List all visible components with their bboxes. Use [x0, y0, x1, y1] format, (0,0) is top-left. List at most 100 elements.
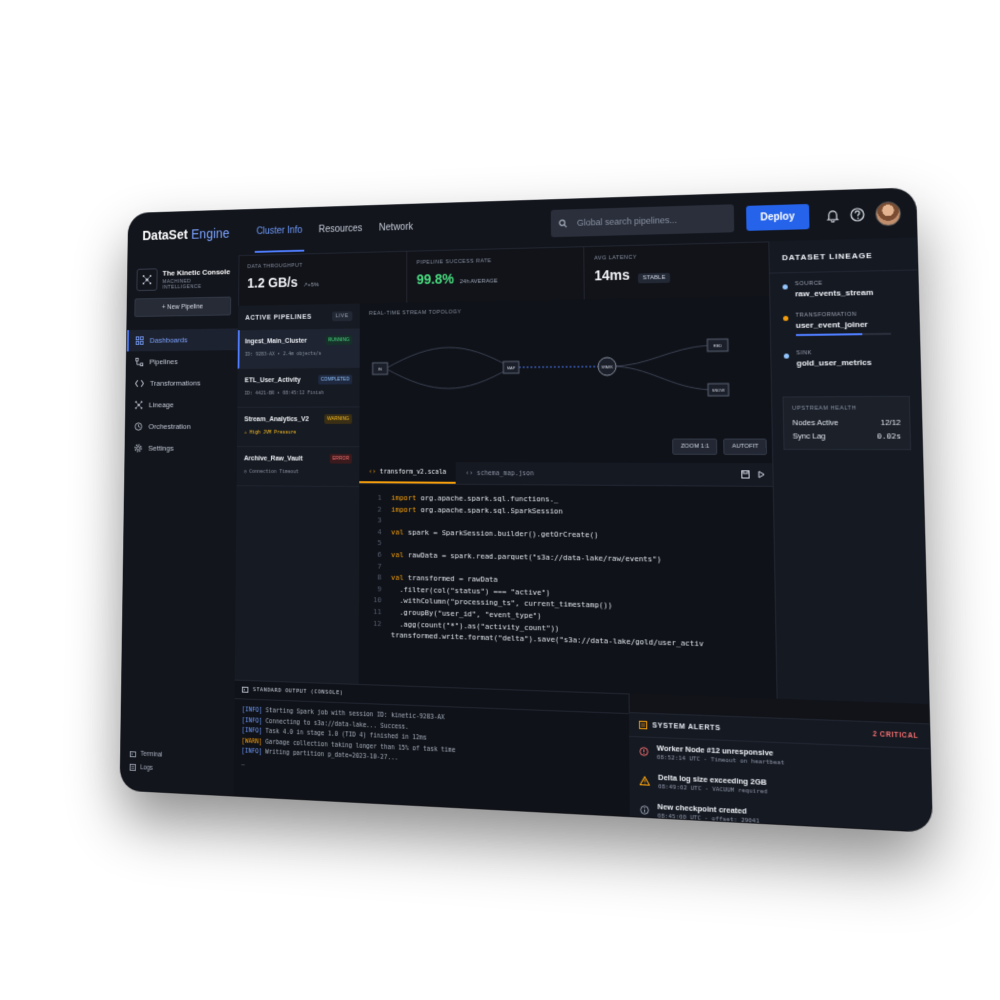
kpi-sub: 24h AVERAGE — [459, 278, 498, 286]
workspace-header: The Kinetic Console MACHINED INTELLIGENC… — [136, 267, 231, 292]
pipeline-item[interactable]: Ingest_Main_Cluster RUNNING ID: 9283-AX •… — [237, 328, 360, 370]
user-avatar[interactable] — [875, 201, 902, 227]
bell-icon[interactable] — [826, 209, 840, 223]
pipeline-icon — [135, 358, 143, 366]
brand-logo: DataSet Engine — [142, 225, 230, 243]
panel-title: STANDARD OUTPUT (CONSOLE) — [252, 687, 344, 697]
kpi-throughput: DATA THROUGHPUT 1.2 GB/s ↗+5% — [238, 250, 408, 306]
sidebar-item-orchestration[interactable]: Orchestration — [126, 415, 238, 437]
sidebar-item-pipelines[interactable]: Pipelines — [127, 350, 238, 373]
topology-node-red[interactable]: RED — [707, 339, 728, 351]
sidebar-item-lineage[interactable]: Lineage — [126, 394, 237, 416]
clock-icon — [134, 422, 142, 430]
sidebar-nav: Dashboards Pipelines Transformations Lin… — [125, 328, 238, 459]
warning-icon — [640, 772, 659, 792]
topology-node-snow[interactable]: SNOW — [708, 384, 729, 396]
dataset-lineage-panel: DATASET LINEAGE SOURCE raw_events_stream… — [768, 237, 929, 704]
lineage-icon — [135, 401, 143, 409]
gear-icon — [134, 444, 142, 452]
alert-list-icon — [639, 721, 647, 730]
progress-bar — [795, 332, 892, 337]
tab-transform-scala[interactable]: ‹› transform_v2.scala — [359, 461, 456, 484]
search-input[interactable] — [574, 213, 709, 229]
sidebar: The Kinetic Console MACHINED INTELLIGENC… — [120, 255, 240, 796]
live-badge: LIVE — [331, 311, 353, 322]
terminal-link[interactable]: Terminal — [130, 750, 162, 759]
console-output[interactable]: [INFO] Starting Spark job with session I… — [234, 699, 630, 792]
zoom-button[interactable]: ZOOM 1:1 — [672, 438, 718, 455]
workspace-name: The Kinetic Console — [162, 267, 231, 278]
panel-title: SYSTEM ALERTS — [652, 721, 721, 732]
kpi-delta: ↗+5% — [303, 282, 319, 289]
status-badge: WARNING — [324, 414, 353, 424]
sidebar-item-label: Transformations — [149, 378, 201, 388]
active-pipelines-panel: ACTIVE PIPELINES LIVE Ingest_Main_Cluster… — [234, 303, 361, 684]
info-icon — [640, 801, 658, 821]
deploy-button[interactable]: Deploy — [745, 203, 810, 231]
kpi-value: 1.2 GB/s — [247, 274, 298, 291]
status-badge: RUNNING — [325, 335, 353, 346]
search-box[interactable] — [550, 204, 734, 238]
tab-cluster-info[interactable]: Cluster Info — [254, 210, 305, 253]
sidebar-item-label: Dashboards — [149, 335, 188, 345]
logs-icon — [130, 764, 136, 771]
pipeline-item[interactable]: Stream_Analytics_V2 WARNING ⚠ High JVM Pr… — [236, 407, 360, 448]
kpi-value: 99.8% — [416, 270, 455, 288]
help-icon[interactable] — [850, 207, 865, 222]
search-icon — [558, 219, 567, 228]
pipeline-item[interactable]: Archive_Raw_Vault ERROR ◷ Connection Time… — [236, 446, 360, 488]
stream-topology-panel: REAL-TIME STREAM TOPOLOGY IN MAP SPARK R… — [359, 295, 776, 465]
code-icon — [135, 379, 144, 387]
kpi-success-rate: PIPELINE SUCCESS RATE 99.8% 24h AVERAGE — [407, 246, 585, 303]
console-panel: STANDARD OUTPUT (CONSOLE) [INFO] Startin… — [233, 679, 631, 818]
svg-text:SNOW: SNOW — [712, 388, 725, 393]
system-alerts-panel: SYSTEM ALERTS 2 CRITICAL Worker Node #12… — [628, 712, 932, 832]
sidebar-item-label: Settings — [148, 443, 174, 453]
workspace-subtitle: MACHINED INTELLIGENCE — [162, 278, 202, 291]
grid-icon — [136, 336, 144, 344]
svg-text:MAP: MAP — [507, 365, 516, 370]
lineage-node-transformation[interactable]: TRANSFORMATION user_event_joiner — [770, 302, 919, 342]
svg-text:RED: RED — [713, 343, 722, 348]
tab-resources[interactable]: Resources — [317, 209, 365, 251]
kpi-latency: AVG LATENCY 14ms STABLE — [584, 241, 770, 299]
autofit-button[interactable]: AUTOFIT — [723, 438, 767, 455]
tab-network[interactable]: Network — [377, 207, 415, 249]
sidebar-footer: Terminal Logs — [130, 743, 163, 772]
tab-schema-map-json[interactable]: ‹› schema_map.json — [456, 463, 544, 483]
workspace-logo-icon — [136, 268, 158, 292]
code-icon: ‹› — [465, 469, 474, 477]
svg-text:SPARK: SPARK — [601, 365, 613, 369]
code-editor: ‹› transform_v2.scala ‹› schema_map.json 1… — [358, 461, 780, 699]
header-tabs: Cluster Info Resources Network — [254, 207, 415, 253]
topology-node-spark[interactable]: SPARK — [598, 357, 616, 375]
app-window: DataSet Engine Cluster Info Resources Ne… — [120, 188, 932, 832]
sidebar-item-dashboards[interactable]: Dashboards — [126, 328, 238, 352]
sidebar-item-label: Orchestration — [148, 422, 191, 431]
topology-node-in[interactable]: IN — [373, 363, 388, 375]
save-icon[interactable] — [741, 470, 749, 478]
status-badge: STABLE — [637, 272, 671, 284]
new-pipeline-button[interactable]: + New Pipeline — [134, 296, 232, 318]
sidebar-item-label: Lineage — [148, 400, 174, 410]
run-icon[interactable] — [758, 470, 765, 478]
status-badge: COMPLETED — [317, 374, 353, 385]
status-badge: ERROR — [329, 453, 352, 464]
error-icon — [639, 743, 657, 763]
sidebar-item-transformations[interactable]: Transformations — [126, 372, 237, 394]
terminal-icon — [130, 751, 136, 757]
critical-count-badge: 2 CRITICAL — [872, 730, 919, 740]
terminal-icon — [242, 687, 248, 693]
upstream-health-card: UPSTREAM HEALTH Nodes Active 12/12 Sync L… — [782, 395, 912, 451]
lineage-node-sink[interactable]: SINK gold_user_metrics — [771, 341, 920, 374]
sidebar-item-settings[interactable]: Settings — [125, 437, 237, 459]
logs-link[interactable]: Logs — [130, 764, 163, 772]
panel-title: ACTIVE PIPELINES — [245, 313, 312, 322]
svg-text:IN: IN — [378, 367, 382, 372]
panel-title: DATASET LINEAGE — [769, 237, 918, 274]
sidebar-item-label: Pipelines — [149, 357, 178, 367]
pipeline-item[interactable]: ETL_User_Activity COMPLETED ID: 4421-BR •… — [237, 367, 360, 408]
lineage-node-source[interactable]: SOURCE raw_events_stream — [770, 270, 918, 305]
code-content[interactable]: 1 import org.apache.spark.sql.functions._… — [359, 484, 779, 652]
topology-node-map[interactable]: MAP — [503, 361, 519, 373]
